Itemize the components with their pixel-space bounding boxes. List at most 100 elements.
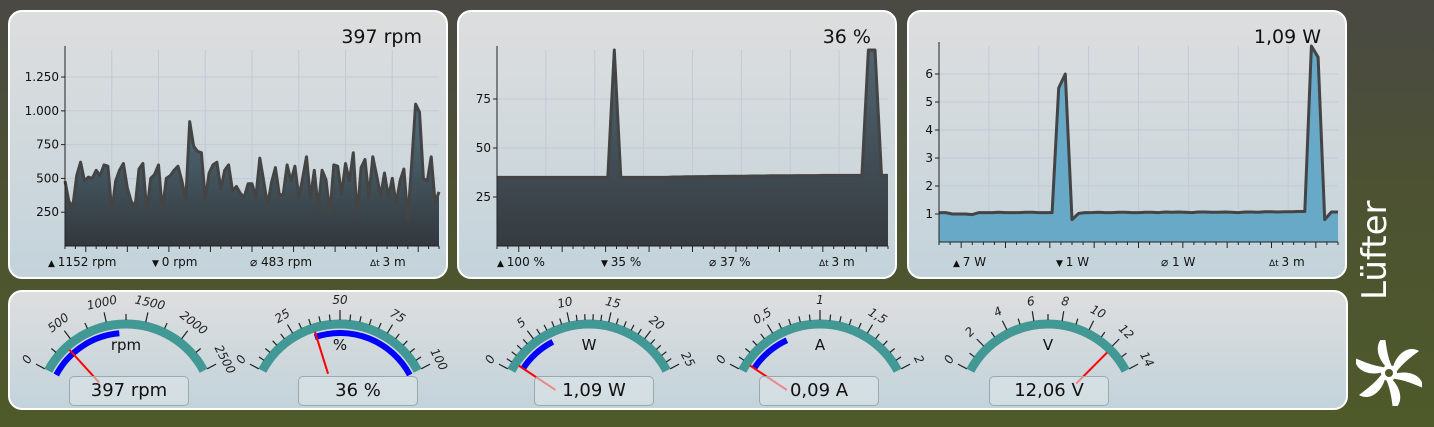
chart-panel-rpm: 397 rpm ▲ 1152 rpm ▼ 0 rpm ⌀ 483 rpm Δt … — [8, 10, 448, 279]
major-tick — [1061, 311, 1065, 322]
gauge-tick-label: 20 — [646, 313, 667, 334]
fan-icon — [1356, 340, 1422, 406]
major-tick — [249, 363, 260, 370]
gauge-tick-label: 2 — [962, 324, 977, 339]
minor-tick — [349, 314, 352, 321]
gauge-tick-label: 50 — [332, 293, 348, 307]
y-tick-label: 1.250 — [25, 70, 59, 84]
chart-svg: 1 2 3 4 5 6 — [925, 42, 1339, 248]
minor-tick — [630, 324, 635, 331]
minor-tick — [656, 344, 662, 350]
minor-tick — [969, 352, 975, 358]
gauges-panel: 0 500 1000 1500 2000 2500 rpm 0 25 50 75 100% 0 5 10 15… — [8, 290, 1348, 410]
minor-tick — [84, 322, 88, 329]
gauge-tick-label: 14 — [1137, 349, 1157, 369]
minor-tick — [1075, 318, 1079, 325]
minor-tick — [559, 318, 563, 325]
major-tick — [206, 363, 217, 370]
major-tick — [900, 363, 911, 370]
minor-tick — [536, 328, 541, 335]
minor-tick — [308, 318, 312, 325]
y-tick-label: 1 — [925, 207, 933, 221]
major-tick — [145, 312, 149, 323]
gauge-unit: V — [1043, 336, 1054, 354]
gauge-tick-label: 6 — [1026, 294, 1036, 309]
gauge-tick-label: 25 — [678, 349, 698, 369]
minor-tick — [600, 314, 603, 321]
section-title: Lüfter — [1355, 200, 1395, 301]
minor-tick — [298, 322, 302, 329]
minor-tick — [368, 318, 372, 325]
minor-tick — [895, 356, 902, 361]
gauge-tick-label: 75 — [388, 306, 408, 326]
y-tick-label: 3 — [925, 151, 933, 165]
major-tick — [526, 330, 534, 340]
y-tick-label: 1.000 — [25, 104, 59, 118]
minor-tick — [839, 316, 842, 323]
major-tick — [386, 324, 394, 334]
minor-tick — [318, 316, 321, 323]
gauge-%: 0255075100% — [233, 293, 451, 377]
minor-tick — [1100, 331, 1106, 338]
major-tick — [669, 363, 680, 370]
gauge-value-rpm: 397 rpm — [69, 376, 189, 406]
gauges-svg: 05001000 150020002500rpm0255075100%0510 15… — [19, 292, 1157, 391]
minor-tick — [615, 318, 619, 325]
minor-tick — [409, 348, 416, 353]
minor-tick — [829, 314, 832, 321]
major-tick — [644, 330, 652, 340]
minor-tick — [738, 356, 745, 361]
minor-tick — [1121, 352, 1127, 358]
gauge-tick-label: 1500 — [134, 292, 167, 312]
minor-tick — [395, 333, 400, 340]
minor-tick — [623, 321, 627, 328]
gauge-tick-label: 2 — [911, 353, 927, 366]
minor-tick — [328, 314, 331, 321]
minor-tick — [195, 348, 202, 353]
minor-tick — [506, 358, 513, 363]
gauge-tick-label: 1000 — [86, 292, 119, 312]
gauge-tick-label: 1,5 — [866, 305, 890, 327]
minor-tick — [808, 314, 811, 321]
gauge-tick-label: 100 — [427, 346, 450, 373]
gauge-tick-label: 500 — [45, 310, 72, 335]
gauge-unit: rpm — [111, 336, 141, 354]
chart-svg: 250 500 750 1.000 1.250 — [25, 46, 441, 252]
minor-tick — [551, 321, 555, 328]
gauge-V: 0246 8101214V — [941, 294, 1157, 385]
gauge-value-voltage: 12,06 V — [989, 376, 1109, 406]
gauge-unit: % — [333, 336, 347, 354]
minor-tick — [280, 333, 285, 340]
chart-svg: 25 50 75 — [476, 46, 889, 252]
minor-tick — [798, 316, 801, 323]
minor-tick — [778, 322, 782, 329]
y-tick-label: 750 — [36, 138, 59, 152]
major-tick — [866, 324, 874, 334]
minor-tick — [378, 322, 382, 329]
gauge-tick-label: 0 — [482, 352, 498, 366]
major-tick — [420, 363, 431, 370]
gauge-tick-label: 10 — [556, 294, 574, 311]
minor-tick — [875, 333, 880, 340]
y-tick-label: 5 — [925, 95, 933, 109]
gauge-rpm: 05001000 150020002500rpm — [19, 292, 238, 384]
gauge-tick-label: 5 — [514, 315, 529, 331]
major-tick — [103, 312, 107, 323]
minor-tick — [575, 314, 578, 321]
y-tick-label: 2 — [925, 179, 933, 193]
gauge-tick-label: 25 — [272, 306, 292, 326]
major-tick — [976, 338, 985, 347]
gauge-unit: W — [582, 336, 597, 354]
minor-tick — [272, 340, 278, 346]
major-tick — [1031, 311, 1035, 322]
major-tick — [35, 363, 46, 370]
major-tick — [181, 330, 189, 340]
minor-tick — [848, 318, 852, 325]
gauge-tick-label: 4 — [991, 304, 1004, 320]
chart-panel-percent: 36 % ▲ 100 % ▼ 35 % ⌀ 37 % Δt 3 m 25 50 75 — [457, 10, 897, 279]
minor-tick — [543, 324, 548, 331]
major-tick — [498, 363, 509, 370]
minor-tick — [858, 322, 862, 329]
major-tick — [608, 312, 612, 323]
y-tick-label: 250 — [36, 205, 59, 219]
